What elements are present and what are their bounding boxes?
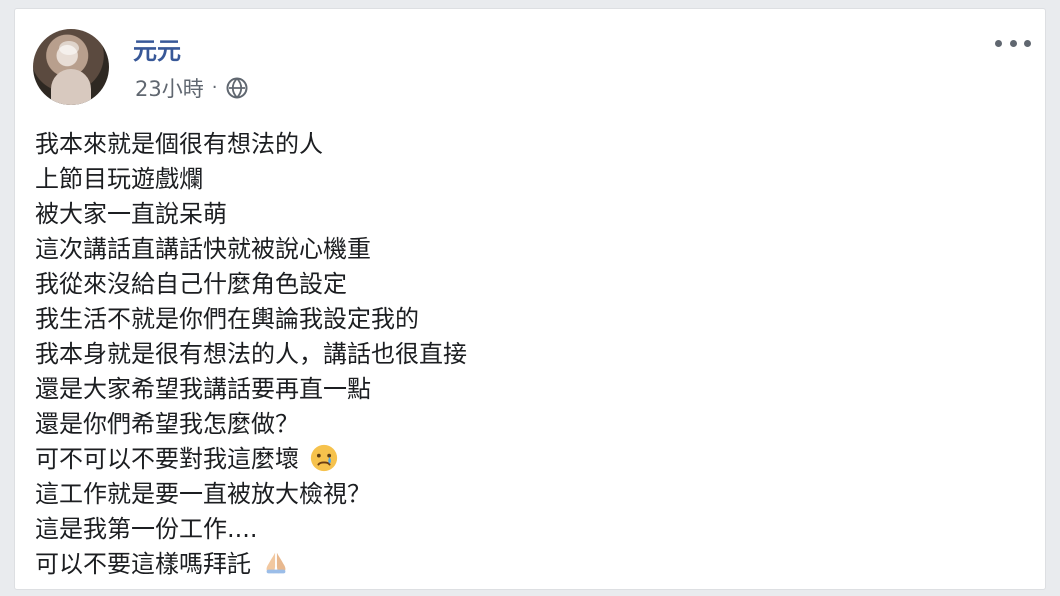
post-line-text: 這工作就是要一直被放大檢視？	[35, 480, 371, 508]
post-line-text: 上節目玩遊戲爛	[35, 165, 203, 193]
post-line-text: 這次講話直講話快就被說心機重	[35, 235, 371, 263]
post-line: 可以不要這樣嗎拜託	[35, 547, 1021, 582]
post-line-text: 這是我第一份工作....	[35, 515, 258, 543]
post-line-text: 我從來沒給自己什麼角色設定	[35, 270, 347, 298]
post-line: 我本身就是很有想法的人，講話也很直接	[35, 337, 1021, 372]
post-line: 還是你們希望我怎麼做？	[35, 407, 1021, 442]
post-line-text: 還是大家希望我講話要再直一點	[35, 375, 371, 403]
crying-face-emoji	[310, 444, 337, 472]
post-line-text: 還是你們希望我怎麼做？	[35, 410, 299, 438]
meta-separator: ·	[211, 77, 218, 98]
folded-hands-emoji	[266, 552, 286, 574]
post-line-text: 我本身就是很有想法的人，講話也很直接	[35, 340, 467, 368]
author-name[interactable]: 元元	[133, 31, 181, 66]
post-line: 我本來就是個很有想法的人	[35, 127, 1021, 162]
more-options-dot	[1009, 39, 1017, 47]
more-options-dot	[1024, 39, 1031, 47]
post-line: 上節目玩遊戲爛	[35, 162, 1021, 197]
avatar-figure	[51, 69, 91, 105]
post-line-text: 可以不要這樣嗎拜託	[35, 550, 251, 578]
more-options-dot	[995, 39, 1002, 47]
post-line: 還是大家希望我講話要再直一點	[35, 372, 1021, 407]
post-line: 我生活不就是你們在輿論我設定我的	[35, 302, 1021, 337]
post-line: 被大家一直說呆萌	[35, 197, 1021, 232]
post-line: 我從來沒給自己什麼角色設定	[35, 267, 1021, 302]
post-line-text: 我生活不就是你們在輿論我設定我的	[35, 305, 419, 333]
post-line-text: 我本來就是個很有想法的人	[35, 130, 323, 158]
globe-icon[interactable]	[225, 76, 249, 100]
more-options-icon[interactable]	[995, 31, 1031, 55]
post-line: 這工作就是要一直被放大檢視？	[35, 477, 1021, 512]
post-line: 這是我第一份工作....	[35, 512, 1021, 547]
post-line: 可不可以不要對我這麼壞	[35, 442, 1021, 477]
post-line-text: 被大家一直說呆萌	[35, 200, 227, 228]
post-line: 這次講話直講話快就被說心機重	[35, 232, 1021, 267]
post-meta: 23小時 ·	[135, 73, 249, 103]
avatar-highlight	[59, 41, 79, 55]
facebook-post-card: 元元 23小時 · 我本來就是個很有想法的人 上節目玩遊戲爛 被大家一直說呆萌 …	[14, 8, 1046, 590]
post-timestamp[interactable]: 23小時	[135, 73, 204, 103]
author-avatar[interactable]	[33, 29, 109, 105]
post-body: 我本來就是個很有想法的人 上節目玩遊戲爛 被大家一直說呆萌 這次講話直講話快就被…	[35, 127, 1021, 582]
post-line-text: 可不可以不要對我這麼壞	[35, 445, 299, 473]
